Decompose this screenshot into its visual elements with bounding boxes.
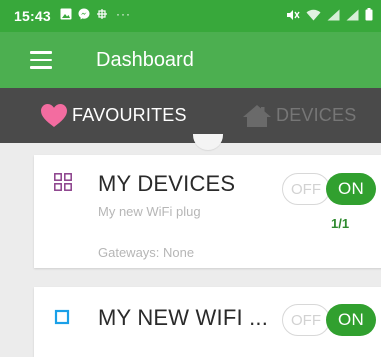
device-square-icon (54, 309, 70, 325)
device-count: 1/1 (331, 216, 350, 231)
power-toggle: OFF ON (282, 173, 376, 205)
messenger-icon (78, 8, 90, 20)
tab-favourites-label: FAVOURITES (72, 105, 187, 125)
status-bar: 15:43 ··· (0, 0, 381, 32)
battery-icon (365, 8, 373, 21)
device-card[interactable]: MY DEVICES My new WiFi plug Gateways: No… (34, 155, 381, 268)
on-button[interactable]: ON (326, 173, 376, 205)
app-title: Dashboard (96, 49, 194, 71)
status-overflow: ··· (116, 7, 131, 21)
card-subtitle: My new WiFi plug (98, 204, 201, 219)
wifi-icon (306, 9, 321, 20)
tab-indicator (193, 134, 223, 150)
heart-icon (41, 104, 67, 127)
power-toggle: OFF ON (282, 304, 376, 336)
off-button[interactable]: OFF (282, 173, 330, 205)
on-button[interactable]: ON (326, 304, 376, 336)
signal-icon (346, 9, 359, 20)
tab-devices-label: DEVICES (276, 105, 357, 125)
card-title: MY NEW WIFI ... (98, 305, 269, 330)
signal-icon (327, 9, 340, 20)
tab-favourites[interactable]: FAVOURITES (40, 88, 187, 143)
tab-devices[interactable]: DEVICES (242, 88, 356, 143)
grid-icon (97, 9, 107, 19)
off-button[interactable]: OFF (282, 304, 330, 336)
image-icon (60, 8, 72, 20)
tab-bar: FAVOURITES DEVICES (0, 88, 381, 143)
card-title: MY DEVICES (98, 171, 236, 196)
mute-icon (287, 9, 300, 20)
house-icon (243, 104, 271, 127)
hamburger-menu-icon[interactable] (30, 51, 52, 69)
card-gateways: Gateways: None (98, 245, 195, 260)
app-bar: Dashboard (0, 32, 381, 88)
status-time: 15:43 (14, 8, 51, 24)
status-icons-left: ··· (60, 7, 131, 21)
status-icons-right (286, 8, 373, 21)
device-group-icon (54, 173, 72, 191)
